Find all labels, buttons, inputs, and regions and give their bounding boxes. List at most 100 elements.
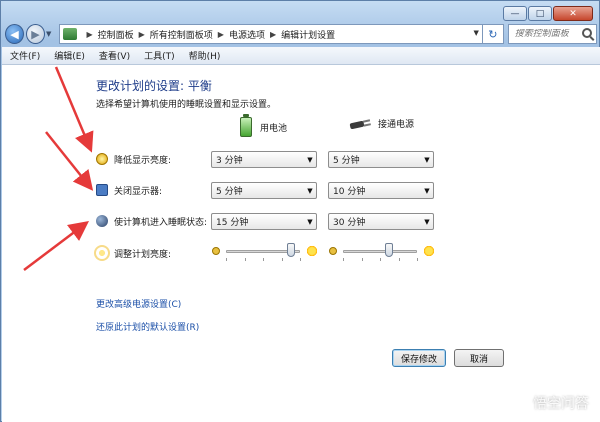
turn-off-display-battery-select[interactable]: 5 分钟 ▼ xyxy=(211,182,317,199)
slider-tick xyxy=(281,258,283,261)
watermark-logo-icon xyxy=(511,395,529,411)
column-plugged: 接通电源 xyxy=(346,117,414,130)
dim-brightness-icon xyxy=(96,153,108,165)
cancel-button[interactable]: 取消 xyxy=(454,349,504,367)
slider-tick xyxy=(263,258,264,261)
address-dropdown-icon[interactable]: ▼ xyxy=(474,29,479,37)
brightness-plugged-slider[interactable] xyxy=(329,243,435,261)
chevron-down-icon: ▼ xyxy=(424,186,430,195)
sleep-battery-select[interactable]: 15 分钟 ▼ xyxy=(211,213,317,230)
back-button[interactable]: ◀ xyxy=(5,24,24,44)
chevron-down-icon: ▼ xyxy=(424,217,430,226)
window-caption-buttons: — □ ✕ xyxy=(502,6,593,21)
menu-file[interactable]: 文件(F) xyxy=(10,49,40,62)
brightness-battery-slider[interactable] xyxy=(212,243,318,261)
bright-sun-icon xyxy=(306,245,318,257)
column-battery-label: 用电池 xyxy=(260,123,288,134)
chevron-right-icon[interactable]: ▶ xyxy=(86,30,92,39)
page-title: 更改计划的设置: 平衡 xyxy=(96,79,212,93)
dim-display-battery-select[interactable]: 3 分钟 ▼ xyxy=(211,151,317,168)
menu-help[interactable]: 帮助(H) xyxy=(189,49,221,62)
select-value: 5 分钟 xyxy=(333,156,360,166)
refresh-button[interactable]: ↻ xyxy=(482,24,504,44)
sleep-plugged-select[interactable]: 30 分钟 ▼ xyxy=(328,213,434,230)
breadcrumb-all-items[interactable]: 所有控制面板项 xyxy=(150,28,213,41)
slider-tick xyxy=(343,258,344,261)
slider-tick xyxy=(398,258,400,261)
bright-sun-icon xyxy=(423,245,435,257)
breadcrumb-control-panel[interactable]: 控制面板 xyxy=(98,28,134,41)
dim-display-row: 降低显示亮度: xyxy=(96,149,171,169)
watermark: 悟空问答 xyxy=(511,393,589,413)
brightness-icon xyxy=(96,247,108,259)
turn-off-display-plugged-select[interactable]: 10 分钟 ▼ xyxy=(328,182,434,199)
select-value: 30 分钟 xyxy=(333,218,366,228)
slider-tick xyxy=(380,258,381,261)
save-button[interactable]: 保存修改 xyxy=(392,349,446,367)
navigation-row: ◀ ▶ ▼ ▶ 控制面板 ▶ 所有控制面板项 ▶ 电源选项 ▶ 编辑计划设置 ▼… xyxy=(5,21,597,47)
minimize-button[interactable]: — xyxy=(503,6,527,21)
page-subtitle: 选择希望计算机使用的睡眠设置和显示设置。 xyxy=(96,100,277,110)
breadcrumb-edit-plan[interactable]: 编辑计划设置 xyxy=(281,28,335,41)
maximize-button[interactable]: □ xyxy=(528,6,552,21)
advanced-settings-link[interactable]: 更改高级电源设置(C) xyxy=(96,297,181,310)
chevron-down-icon: ▼ xyxy=(424,155,430,164)
dim-display-label: 降低显示亮度: xyxy=(114,155,172,166)
slider-tick xyxy=(226,258,227,261)
turn-off-display-row: 关闭显示器: xyxy=(96,180,162,200)
chevron-down-icon: ▼ xyxy=(307,186,313,195)
turn-off-display-label: 关闭显示器: xyxy=(114,186,163,197)
chevron-down-icon: ▼ xyxy=(307,155,313,164)
slider-ticks xyxy=(226,258,301,261)
chevron-down-icon: ▼ xyxy=(307,217,313,226)
sleep-moon-icon xyxy=(96,215,108,227)
slider-tick xyxy=(417,258,418,261)
slider-tick xyxy=(300,258,301,261)
dim-sun-icon xyxy=(212,247,220,255)
sleep-label: 使计算机进入睡眠状态: xyxy=(114,217,208,228)
control-panel-icon xyxy=(63,28,78,40)
battery-icon xyxy=(240,114,252,137)
slider-tick xyxy=(244,258,246,261)
breadcrumb-power-options[interactable]: 电源选项 xyxy=(229,28,265,41)
search-box[interactable] xyxy=(507,24,597,44)
chevron-right-icon[interactable]: ▶ xyxy=(270,30,276,39)
select-value: 3 分钟 xyxy=(216,156,243,166)
select-value: 5 分钟 xyxy=(216,187,243,197)
slider-tick xyxy=(361,258,363,261)
arrow-left-icon: ◀ xyxy=(10,27,19,41)
refresh-icon: ↻ xyxy=(488,27,498,41)
column-battery: 用电池 xyxy=(240,114,288,137)
slider-thumb[interactable] xyxy=(287,243,296,257)
menu-edit[interactable]: 编辑(E) xyxy=(54,49,85,62)
slider-ticks xyxy=(343,258,418,261)
column-plugged-label: 接通电源 xyxy=(378,120,415,130)
content-pane: 更改计划的设置: 平衡 选择希望计算机使用的睡眠设置和显示设置。 用电池 接通电… xyxy=(2,65,600,422)
menu-tools[interactable]: 工具(T) xyxy=(144,49,175,62)
monitor-icon xyxy=(96,184,108,196)
watermark-text: 悟空问答 xyxy=(533,396,589,412)
close-button[interactable]: ✕ xyxy=(553,6,593,21)
power-plug-icon xyxy=(346,119,370,129)
sleep-row: 使计算机进入睡眠状态: xyxy=(96,211,207,231)
recent-pages-dropdown[interactable]: ▼ xyxy=(46,30,55,38)
dim-display-plugged-select[interactable]: 5 分钟 ▼ xyxy=(328,151,434,168)
select-value: 10 分钟 xyxy=(333,187,366,197)
dim-sun-icon xyxy=(329,247,337,255)
menu-bar: 文件(F) 编辑(E) 查看(V) 工具(T) 帮助(H) xyxy=(2,47,600,65)
select-value: 15 分钟 xyxy=(216,218,249,228)
window-frame: — □ ✕ ◀ ▶ ▼ ▶ 控制面板 ▶ 所有控制面板项 ▶ 电源选项 ▶ 编辑… xyxy=(0,0,600,422)
slider-track[interactable] xyxy=(343,250,417,253)
slider-thumb[interactable] xyxy=(384,243,393,257)
search-icon[interactable] xyxy=(582,28,592,38)
search-input[interactable] xyxy=(514,29,585,39)
chevron-right-icon[interactable]: ▶ xyxy=(139,30,145,39)
arrow-right-icon: ▶ xyxy=(31,27,40,41)
forward-button[interactable]: ▶ xyxy=(26,24,45,44)
chevron-right-icon[interactable]: ▶ xyxy=(218,30,224,39)
address-bar[interactable]: ▶ 控制面板 ▶ 所有控制面板项 ▶ 电源选项 ▶ 编辑计划设置 ▼ xyxy=(59,24,483,44)
menu-view[interactable]: 查看(V) xyxy=(99,49,130,62)
brightness-row: 调整计划亮度: xyxy=(96,243,171,263)
restore-defaults-link[interactable]: 还原此计划的默认设置(R) xyxy=(96,320,199,333)
brightness-label: 调整计划亮度: xyxy=(114,249,172,260)
